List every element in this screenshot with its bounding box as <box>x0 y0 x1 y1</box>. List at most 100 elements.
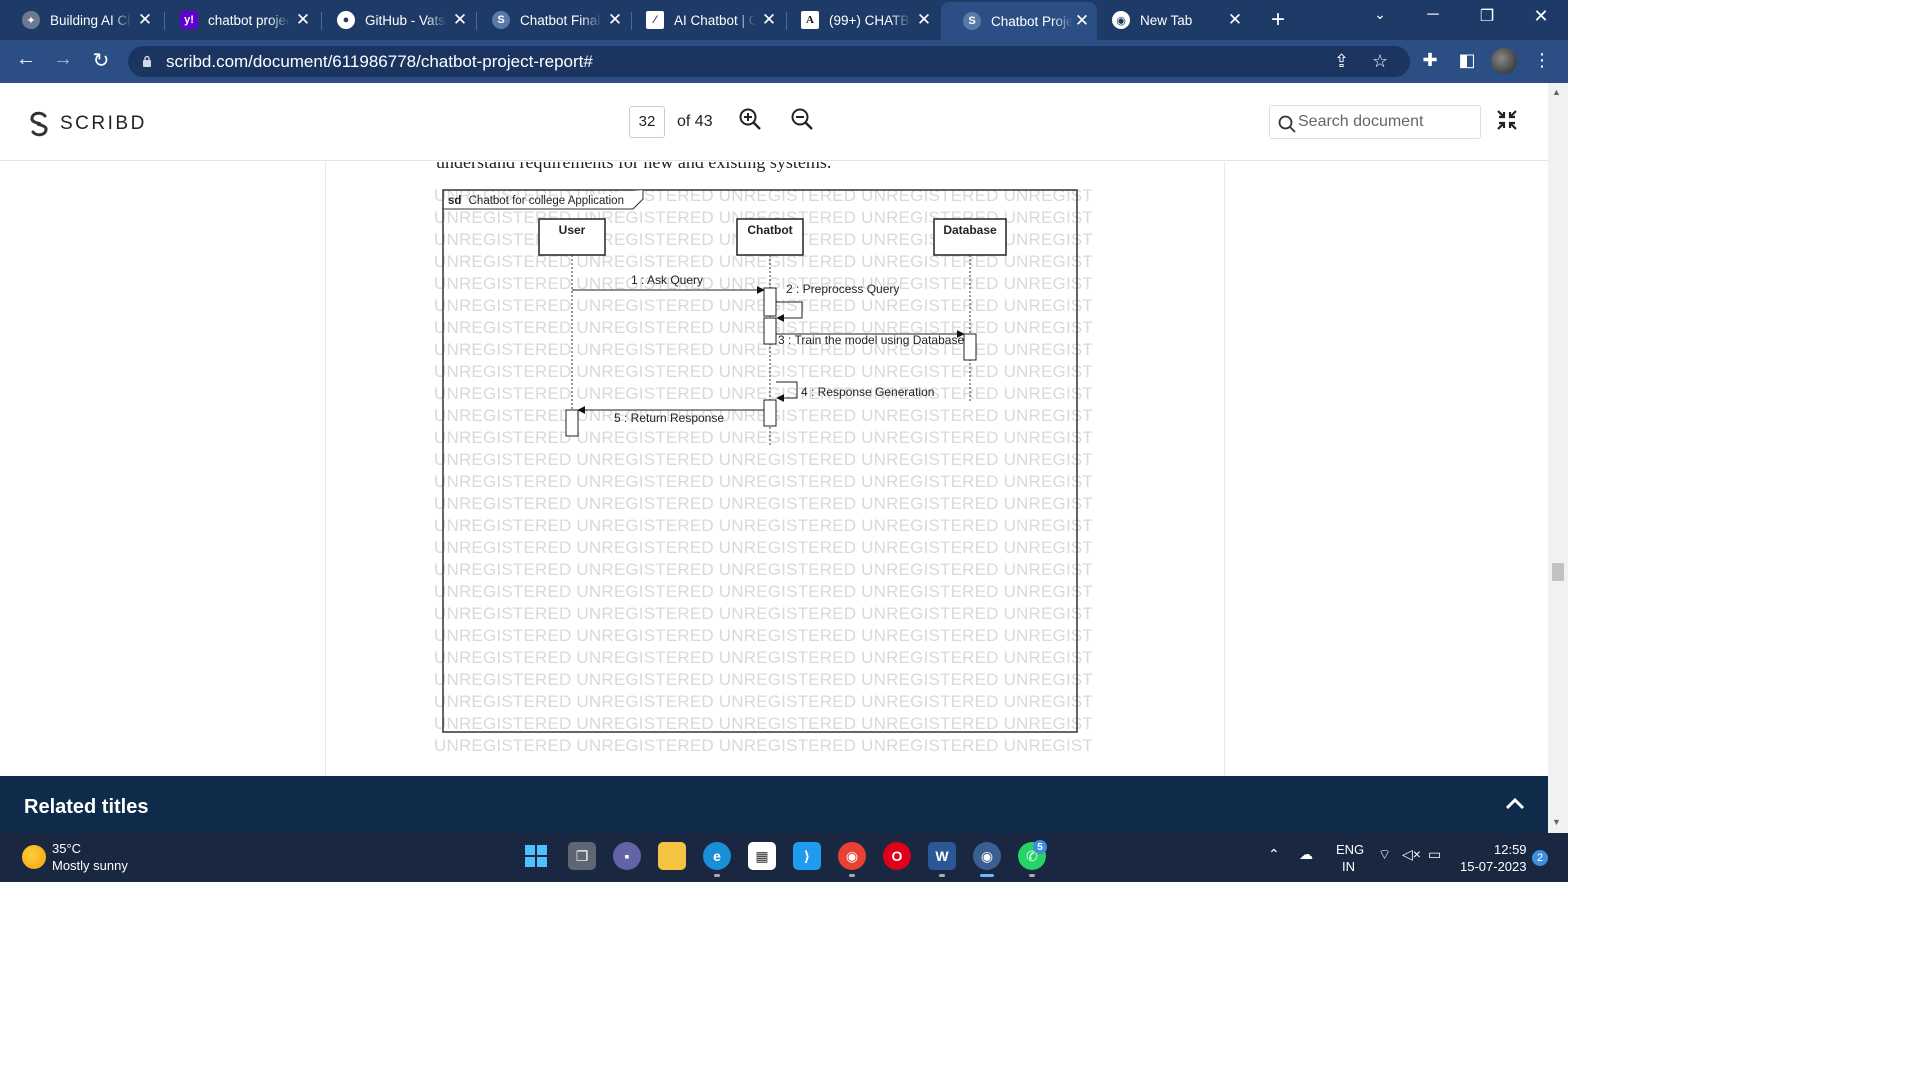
word-icon[interactable]: W <box>928 842 956 870</box>
volume-muted-icon[interactable]: ◁× <box>1402 846 1421 863</box>
close-tab-icon[interactable]: ✕ <box>1073 11 1091 31</box>
frame-label: sd Chatbot for college Application <box>448 195 624 207</box>
tab-chatbot-project-active[interactable]: S Chatbot Proje ✕ <box>941 2 1097 40</box>
tab-chatbot-project-yahoo[interactable]: y! chatbot projec ✕ <box>158 4 318 36</box>
tab-new-tab[interactable]: ◉ New Tab ✕ <box>1090 4 1250 36</box>
scribd-logo-icon <box>30 111 48 137</box>
close-tab-icon[interactable]: ✕ <box>915 10 933 30</box>
input-language[interactable]: ENG <box>1336 842 1364 857</box>
browser-menu-icon[interactable]: ⋮ <box>1530 50 1554 71</box>
message-2-arrow <box>776 301 803 322</box>
document-viewer: understand requirements for new and exis… <box>0 162 1548 776</box>
yahoo-icon: y! <box>180 11 198 29</box>
chatgpt-icon: ✦ <box>22 11 40 29</box>
academia-icon: A <box>801 11 819 29</box>
exit-fullscreen-icon[interactable] <box>1496 109 1518 131</box>
microsoft-store-icon[interactable]: ▦ <box>748 842 776 870</box>
share-icon[interactable]: ⇪ <box>1334 46 1349 77</box>
tab-title: (99+) CHATBO <box>829 12 911 28</box>
scribd-wordmark: SCRIBD <box>60 113 147 134</box>
sequence-diagram: sd Chatbot for college Application User … <box>442 189 1078 733</box>
chrome-active-icon[interactable]: ◉ <box>973 842 1001 870</box>
scribd-logo[interactable]: SCRIBD <box>28 111 147 137</box>
taskbar-running-indicator <box>939 874 945 877</box>
tab-academia[interactable]: A (99+) CHATBO ✕ <box>779 4 939 36</box>
close-tab-icon[interactable]: ✕ <box>606 10 624 30</box>
lifeline-label-user: User <box>559 223 586 237</box>
zoom-in-icon[interactable] <box>738 107 762 131</box>
chevron-up-icon[interactable] <box>1504 794 1526 814</box>
onedrive-cloud-icon[interactable]: ☁ <box>1299 846 1313 863</box>
profile-avatar[interactable] <box>1491 48 1517 74</box>
close-tab-icon[interactable]: ✕ <box>1226 10 1244 30</box>
message-3-label: 3 : Train the model using Database <box>778 333 964 347</box>
weather-sun-icon[interactable] <box>22 845 46 869</box>
tab-title: Building AI Ch <box>50 12 132 28</box>
tab-search-chevron-icon[interactable]: ⌄ <box>1365 6 1395 23</box>
zoom-out-icon[interactable] <box>790 107 814 131</box>
url-bar[interactable]: scribd.com/document/611986778/chatbot-pr… <box>128 46 1410 77</box>
forward-arrow-icon[interactable]: → <box>49 48 77 71</box>
reload-icon[interactable]: ↻ <box>87 48 115 73</box>
tab-building-ai[interactable]: ✦ Building AI Ch ✕ <box>0 4 160 36</box>
file-explorer-icon[interactable] <box>658 842 686 870</box>
restore-icon[interactable]: ❐ <box>1472 6 1502 26</box>
windows-start-icon[interactable] <box>522 842 550 870</box>
edge-browser-icon[interactable]: e <box>703 842 731 870</box>
message-4-arrow <box>776 381 798 402</box>
new-tab-button[interactable]: + <box>1266 6 1290 34</box>
back-arrow-icon[interactable]: ← <box>12 48 40 71</box>
activation-database <box>963 333 977 361</box>
tab-ai-chatbot[interactable]: ⁄ AI Chatbot | C ✕ <box>624 4 784 36</box>
chrome-profile-icon[interactable]: ◉ <box>838 842 866 870</box>
minimize-icon[interactable]: ─ <box>1418 6 1448 24</box>
message-4-label: 4 : Response Generation <box>801 385 934 399</box>
chrome-icon: ◉ <box>1112 11 1130 29</box>
weather-description[interactable]: Mostly sunny <box>52 858 128 873</box>
vscode-icon[interactable]: ⟩ <box>793 842 821 870</box>
vertical-scrollbar[interactable]: ▲ ▼ <box>1548 83 1568 833</box>
battery-icon[interactable]: ▭ <box>1428 846 1441 863</box>
activation-chatbot-1 <box>763 287 777 317</box>
scroll-thumb[interactable] <box>1552 563 1564 581</box>
close-window-icon[interactable]: ✕ <box>1526 6 1556 27</box>
tab-github[interactable]: ● GitHub - Vatsl ✕ <box>315 4 475 36</box>
tab-title: Chatbot Proje <box>991 13 1073 29</box>
scribd-header: SCRIBD 32 of 43 Search document <box>0 83 1548 161</box>
close-tab-icon[interactable]: ✕ <box>294 10 312 30</box>
scribd-icon: S <box>492 11 510 29</box>
browser-tab-bar: ✦ Building AI Ch ✕ y! chatbot projec ✕ ●… <box>0 0 1568 40</box>
search-placeholder: Search document <box>1298 113 1424 130</box>
notification-badge[interactable]: 2 <box>1532 850 1548 866</box>
tab-chatbot-final[interactable]: S Chatbot Final ✕ <box>470 4 630 36</box>
lifeline-label-database: Database <box>943 223 997 237</box>
teams-chat-icon[interactable]: ▪ <box>613 842 641 870</box>
clock-date[interactable]: 15-07-2023 <box>1460 859 1527 874</box>
close-tab-icon[interactable]: ✕ <box>451 10 469 30</box>
side-panel-icon[interactable]: ◧ <box>1455 50 1479 71</box>
opera-icon[interactable]: O <box>883 842 911 870</box>
wifi-icon[interactable]: ⌔ <box>1378 846 1391 864</box>
page-number-input[interactable]: 32 <box>629 106 665 138</box>
tab-title: Chatbot Final <box>520 12 601 28</box>
clock-time[interactable]: 12:59 <box>1494 842 1527 857</box>
bookmark-star-icon[interactable]: ☆ <box>1372 46 1388 77</box>
input-region[interactable]: IN <box>1342 859 1355 874</box>
taskbar-running-indicator <box>714 874 720 877</box>
related-titles-bar[interactable]: Related titles <box>0 776 1548 833</box>
url-text: scribd.com/document/611986778/chatbot-pr… <box>166 52 593 71</box>
diagram-frame <box>442 189 1078 733</box>
scroll-up-arrow-icon[interactable]: ▲ <box>1552 87 1561 97</box>
search-document-input[interactable]: Search document <box>1269 105 1481 139</box>
github-icon: ● <box>337 11 355 29</box>
tab-title: New Tab <box>1140 12 1193 28</box>
task-view-icon[interactable]: ❐ <box>568 842 596 870</box>
chart-icon: ⁄ <box>646 11 664 29</box>
related-titles-heading: Related titles <box>24 796 149 818</box>
tray-overflow-chevron-icon[interactable]: ⌃ <box>1268 846 1280 863</box>
close-tab-icon[interactable]: ✕ <box>136 10 154 30</box>
weather-temperature[interactable]: 35°C <box>52 841 81 856</box>
close-tab-icon[interactable]: ✕ <box>760 10 778 30</box>
scroll-down-arrow-icon[interactable]: ▼ <box>1552 817 1561 827</box>
extensions-puzzle-icon[interactable]: ✚ <box>1418 50 1442 71</box>
